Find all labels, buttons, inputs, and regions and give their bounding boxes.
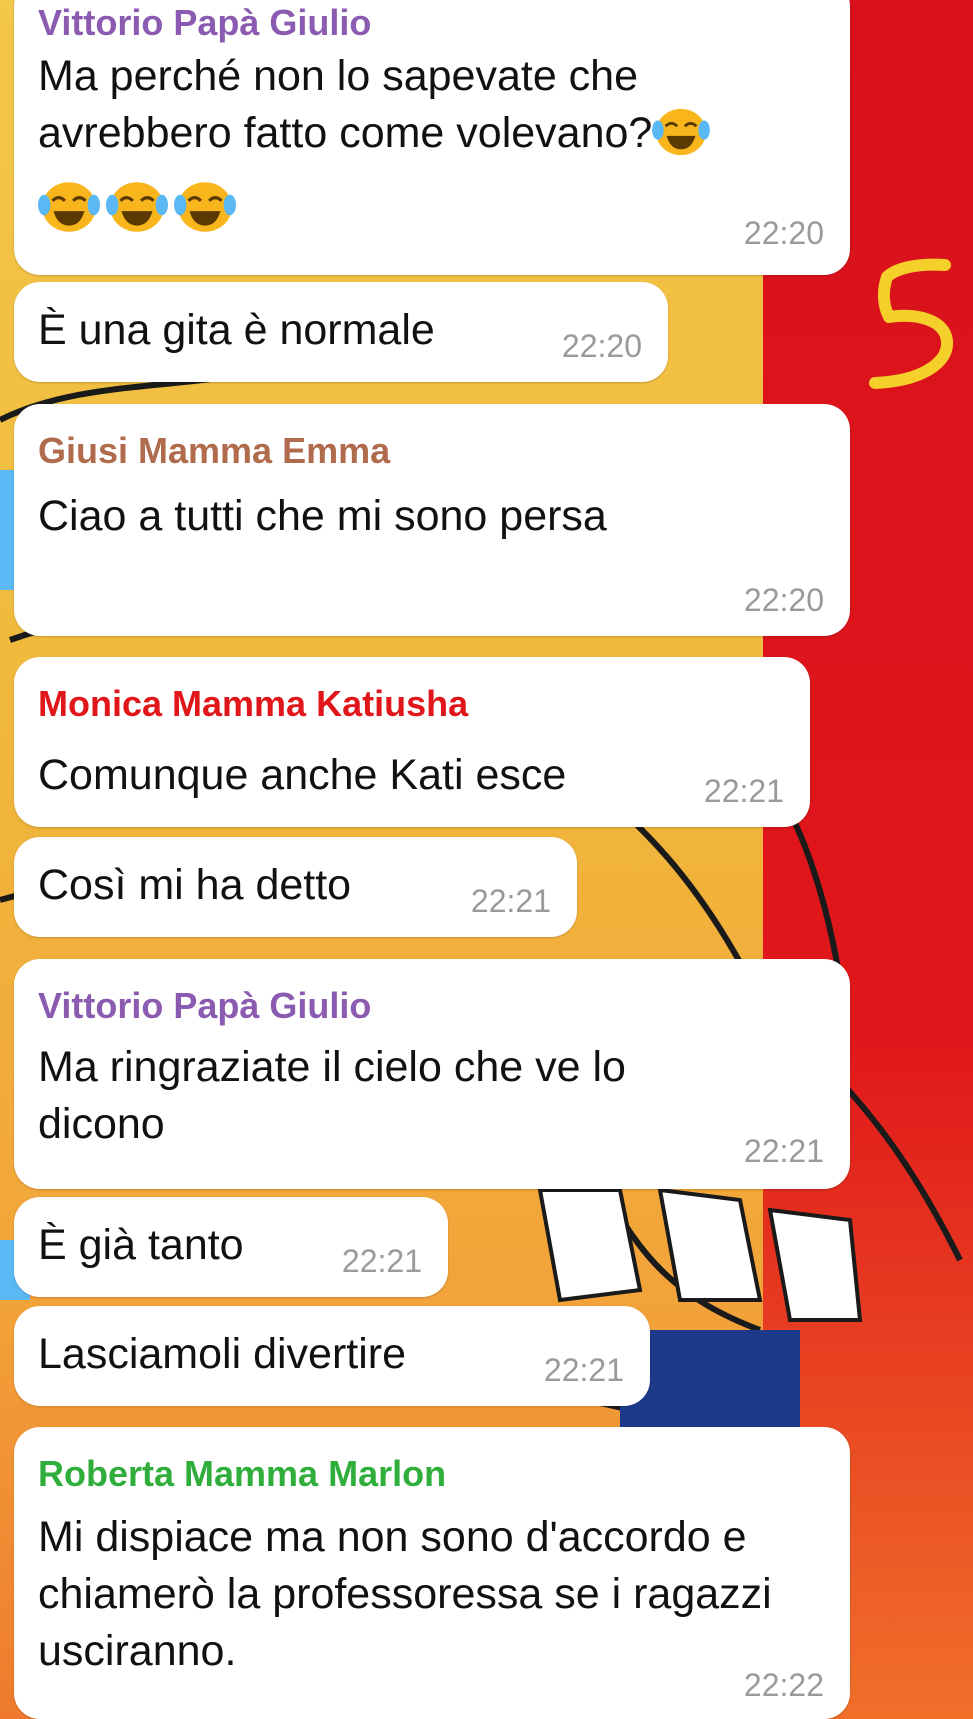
message-timestamp: 22:21: [341, 1243, 422, 1279]
emoji-row: [38, 180, 236, 234]
message-list[interactable]: Vittorio Papà Giulio Ma perché non lo sa…: [0, 0, 973, 1719]
message-text-fragment: avrebbero fatto come volevano?: [38, 109, 653, 157]
message-timestamp: 22:21: [703, 773, 784, 809]
sender-name[interactable]: Vittorio Papà Giulio: [38, 2, 371, 44]
message-bubble[interactable]: Vittorio Papà Giulio Ma perché non lo sa…: [14, 0, 850, 275]
message-bubble[interactable]: Giusi Mamma Emma Ciao a tutti che mi son…: [14, 404, 850, 636]
message-timestamp: 22:20: [743, 582, 824, 618]
message-bubble[interactable]: È già tanto 22:21: [14, 1197, 448, 1297]
message-text: È una gita è normale: [38, 306, 435, 354]
message-timestamp: 22:21: [470, 883, 551, 919]
message-bubble[interactable]: Così mi ha detto 22:21: [14, 837, 577, 937]
face-with-tears-of-joy-icon: [174, 182, 236, 232]
message-text: Così mi ha detto: [38, 861, 352, 909]
message-timestamp: 22:22: [743, 1667, 824, 1703]
message-timestamp: 22:20: [743, 215, 824, 251]
message-bubble[interactable]: Monica Mamma Katiusha Comunque anche Kat…: [14, 657, 810, 827]
message-text: È già tanto: [38, 1221, 244, 1269]
message-text-line: avrebbero fatto come volevano?: [38, 105, 826, 162]
message-text: Ciao a tutti che mi sono persa: [38, 492, 607, 540]
message-text: Comunque anche Kati esce: [38, 751, 567, 799]
message-bubble[interactable]: Roberta Mamma Marlon Mi dispiace ma non …: [14, 1427, 850, 1719]
face-with-tears-of-joy-icon: [38, 182, 100, 232]
sender-name[interactable]: Giusi Mamma Emma: [38, 430, 390, 472]
face-with-tears-of-joy-icon: [652, 108, 711, 156]
face-with-tears-of-joy-icon: [106, 182, 168, 232]
message-timestamp: 22:20: [561, 328, 642, 364]
sender-name[interactable]: Vittorio Papà Giulio: [38, 985, 371, 1027]
message-timestamp: 22:21: [743, 1133, 824, 1169]
sender-name[interactable]: Monica Mamma Katiusha: [38, 683, 468, 725]
message-text-line: Ma perché non lo sapevate che: [38, 52, 639, 100]
message-bubble[interactable]: Lasciamoli divertire 22:21: [14, 1306, 650, 1406]
message-bubble[interactable]: È una gita è normale 22:20: [14, 282, 668, 382]
message-text: Lasciamoli divertire: [38, 1330, 407, 1378]
message-text: Mi dispiace ma non sono d'accordo e chia…: [38, 1513, 772, 1675]
sender-name[interactable]: Roberta Mamma Marlon: [38, 1453, 446, 1495]
message-bubble[interactable]: Vittorio Papà Giulio Ma ringraziate il c…: [14, 959, 850, 1189]
message-timestamp: 22:21: [543, 1352, 624, 1388]
message-text: Ma ringraziate il cielo che ve lo dicono: [38, 1043, 626, 1148]
message-text: Ma perché non lo sapevate che avrebbero …: [38, 48, 826, 162]
